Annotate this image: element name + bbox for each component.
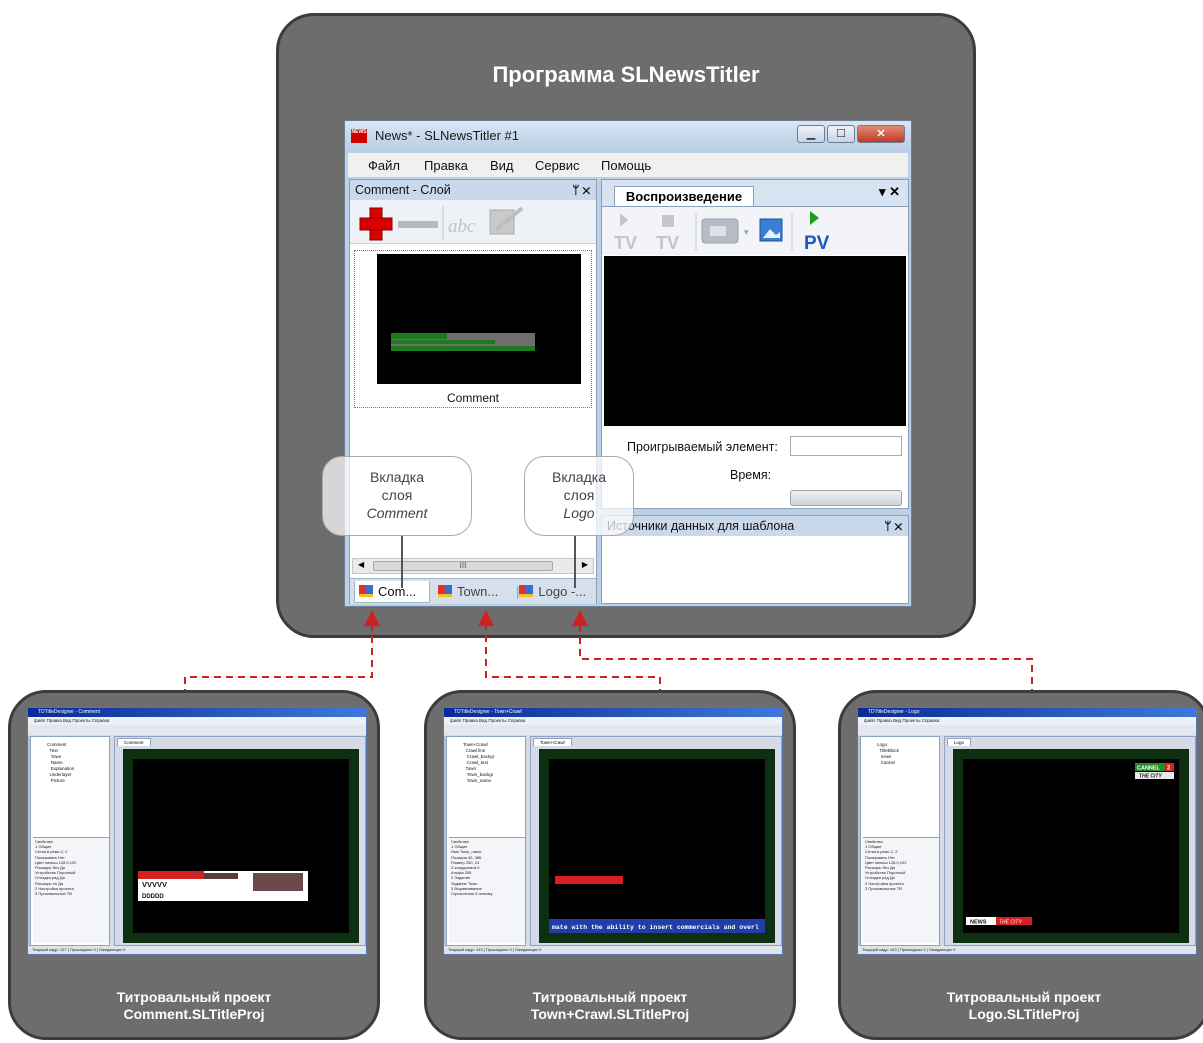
properties-grid: Свойства 1 Общие Сетка в режи 2, 2 Показыва… [863, 837, 939, 943]
object-tree: Town+Crawl Crawl line Crawl_backgr Crawl… [463, 742, 495, 783]
title-canvas: VVVVV DDDDD [133, 759, 349, 933]
project-tree-pane: Comment Text Town Name Explanation Under… [30, 736, 110, 946]
project-window: TDTitleDesigner - Comment файл Правка Ви… [27, 707, 367, 955]
project-stage: Logo CANNEL 2 THE CITY NEWS THE CITY [944, 736, 1196, 946]
news-city: THE CITY [999, 920, 1022, 926]
status-bar: Текущий кадр: 413 | Прошедших 0 | Ожидаю… [444, 946, 782, 954]
project-tab[interactable]: Logo [947, 738, 972, 746]
caption-line: Comment.SLTitleProj [123, 1006, 265, 1022]
project-window: TDTitleDesigner - Logo файл Правка Вид П… [857, 707, 1197, 955]
title-canvas: CANNEL 2 THE CITY NEWS THE CITY [963, 759, 1179, 933]
project-menu: файл Правка Вид Проекты Справка [858, 717, 1196, 725]
caption-line: Титровальный проект [116, 989, 272, 1005]
caption-line: Титровальный проект [532, 989, 688, 1005]
logo-channel: CANNEL [1137, 766, 1161, 772]
news-label: NEWS [970, 920, 987, 926]
project-toolbar [28, 725, 366, 735]
title-canvas: mate with the ability to insert commerci… [549, 759, 765, 933]
caption-line: Титровальный проект [946, 989, 1102, 1005]
object-tree: Comment Text Town Name Explanation Under… [47, 742, 75, 783]
project-caption: Титровальный проект Town+Crawl.SLTitlePr… [427, 989, 793, 1023]
comment-overlay: VVVVV DDDDD [138, 871, 308, 901]
caption-line: Logo.SLTitleProj [968, 1006, 1080, 1022]
status-bar: Текущий кадр: 443 | Прошедших 0 | Ожидаю… [858, 946, 1196, 954]
diagram: Программа SLNewsTitler NEWS News* - SLNe… [0, 0, 1203, 1043]
safe-frame: VVVVV DDDDD [123, 749, 359, 943]
project-tree-pane: Town+Crawl Crawl line Crawl_backgr Crawl… [446, 736, 526, 946]
project-caption: Титровальный проект Comment.SLTitleProj [11, 989, 377, 1023]
project-stage: Comment VVVVV DDDDD [114, 736, 366, 946]
project-menu: файл Правка Вид Проекты Справка [28, 717, 366, 725]
project-tab[interactable]: Comment [117, 738, 151, 746]
overlay-line: VVVVV [142, 880, 167, 889]
safe-frame: mate with the ability to insert commerci… [539, 749, 775, 943]
crawl-text: mate with the ability to insert commerci… [552, 924, 759, 931]
project-window: TDTitleDesigner - Town+Crawl файл Правка… [443, 707, 783, 955]
town-overlay: mate with the ability to insert commerci… [549, 876, 765, 933]
project-stage: Town+Crawl mate with the ability to inse… [530, 736, 782, 946]
safe-frame: CANNEL 2 THE CITY NEWS THE CITY [953, 749, 1189, 943]
project-window-title: TDTitleDesigner - Town+Crawl [444, 708, 782, 717]
project-window-title: TDTitleDesigner - Logo [858, 708, 1196, 717]
project-toolbar [444, 725, 782, 735]
caption-line: Town+Crawl.SLTitleProj [530, 1006, 690, 1022]
logo-overlay: CANNEL 2 THE CITY NEWS THE CITY [966, 763, 1174, 926]
project-panel-logo: TDTitleDesigner - Logo файл Правка Вид П… [838, 690, 1203, 1040]
object-tree: Logo TitleBlock news Cannel [877, 742, 899, 765]
status-bar: Текущий кадр: 127 | Прошедших 0 | Ожидаю… [28, 946, 366, 954]
project-toolbar [858, 725, 1196, 735]
project-tab[interactable]: Town+Crawl [533, 738, 572, 746]
project-panel-town: TDTitleDesigner - Town+Crawl файл Правка… [424, 690, 796, 1040]
overlay-line: DDDDD [142, 894, 164, 900]
logo-city: THE CITY [1139, 774, 1162, 780]
project-panel-comment: TDTitleDesigner - Comment файл Правка Ви… [8, 690, 380, 1040]
project-tree-pane: Logo TitleBlock news Cannel Свойства 1 Об… [860, 736, 940, 946]
project-window-title: TDTitleDesigner - Comment [28, 708, 366, 717]
properties-grid: Свойства 1 Общие Имя Town_name Позиция 40, … [449, 837, 525, 943]
project-menu: файл Правка Вид Проекты Справка [444, 717, 782, 725]
properties-grid: Свойства 1 Общие Сетка в режи 2, 2 Показыва… [33, 837, 109, 943]
project-caption: Титровальный проект Logo.SLTitleProj [841, 989, 1203, 1023]
